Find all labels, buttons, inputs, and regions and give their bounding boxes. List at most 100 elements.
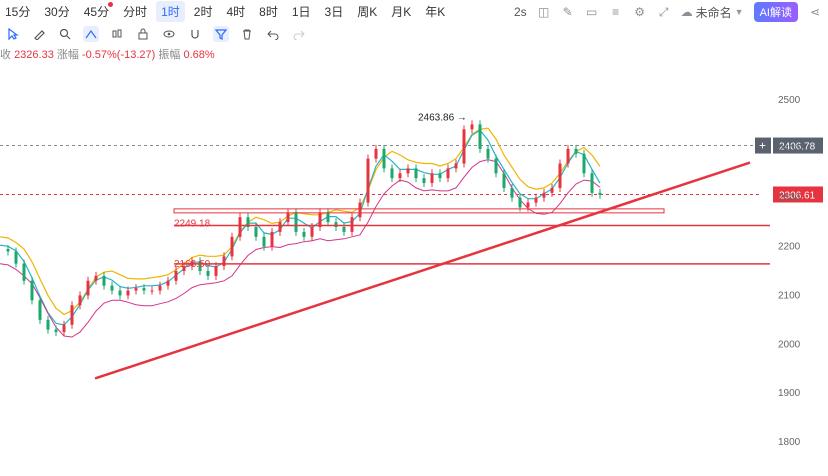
candle-body <box>342 227 346 232</box>
candle-body <box>70 305 74 325</box>
candle-body <box>590 173 594 193</box>
candle-body <box>238 217 242 237</box>
candle-body <box>134 288 138 291</box>
refresh-interval[interactable]: 2s <box>514 5 527 19</box>
period-tab[interactable]: 1时 <box>156 0 185 22</box>
level-label: 2249.18 <box>174 219 211 230</box>
trend-tool-icon[interactable] <box>83 26 99 42</box>
amplitude-label: 振幅 <box>158 49 181 61</box>
layout-name: 未命名 <box>695 5 732 20</box>
notification-dot <box>108 1 114 7</box>
level-label: 2166.50 <box>174 259 211 270</box>
magnet-icon[interactable] <box>187 26 203 42</box>
candle-body <box>374 148 378 159</box>
y-tick-label: 2300 <box>778 193 801 204</box>
candle-style-icon[interactable] <box>109 26 125 42</box>
candle-body <box>54 329 58 333</box>
period-tab[interactable]: 周K <box>352 1 382 22</box>
window-icon[interactable]: ▭ <box>585 5 599 19</box>
candle-body <box>470 124 474 130</box>
candle-body <box>262 236 266 247</box>
select-cursor-icon[interactable] <box>5 26 21 42</box>
trash-icon[interactable] <box>239 26 255 42</box>
close-label: 收 <box>0 49 11 61</box>
candle-body <box>542 192 546 198</box>
period-tab[interactable]: 15分 <box>0 1 35 22</box>
candle-body <box>174 271 178 281</box>
candle-body <box>390 168 394 179</box>
share-icon[interactable]: ⋖ <box>808 5 822 19</box>
period-tab[interactable]: 4时 <box>221 1 250 22</box>
y-tick-label: 2400 <box>778 144 801 155</box>
lock-icon[interactable] <box>135 26 151 42</box>
candle-body <box>78 295 82 306</box>
period-toolbar: 15分 30分 45分 分时 1时 2时 4时 8时 1日 3日 周K 月K 年K 2s ◫ ✎ ▭ ≡… <box>0 0 828 22</box>
settings-icon[interactable]: ⚙ <box>633 5 647 19</box>
candle-body <box>158 285 162 291</box>
period-tab[interactable]: 分时 <box>118 1 152 22</box>
candle-body <box>406 168 410 174</box>
pencil-icon[interactable] <box>31 26 47 42</box>
change-value: -0.57%(-13.27) <box>81 49 156 61</box>
filter-icon[interactable] <box>213 26 229 42</box>
candle-body <box>14 251 18 264</box>
period-tab[interactable]: 8时 <box>254 1 283 22</box>
close-value: 2326.33 <box>14 49 54 61</box>
period-tab[interactable]: 2时 <box>189 1 218 22</box>
period-tab[interactable]: 年K <box>420 1 450 22</box>
period-tab[interactable]: 30分 <box>39 1 74 22</box>
camera-icon[interactable]: ◫ <box>537 5 551 19</box>
y-tick-label: 2200 <box>778 242 801 253</box>
candle-body <box>534 197 538 203</box>
y-tick-label: 2100 <box>778 290 801 301</box>
period-tab[interactable]: 45分 <box>79 1 114 22</box>
candle-body <box>126 290 130 296</box>
ma-cyan-line <box>0 129 601 326</box>
undo-icon[interactable] <box>265 26 281 42</box>
candle-body <box>438 173 442 179</box>
ai-interpret-button[interactable]: AI解读 <box>753 2 798 22</box>
candle-body <box>350 217 354 232</box>
candle-body <box>206 271 210 276</box>
y-tick-label: 1900 <box>778 388 801 399</box>
y-axis-ticks: 2500 2400 2300 2200 2100 2000 1900 1800 <box>778 95 801 448</box>
plus-icon: + <box>759 139 766 153</box>
candle-body <box>422 178 426 184</box>
candle-body <box>358 202 362 218</box>
candle-body <box>94 275 98 281</box>
period-tab[interactable]: 月K <box>386 1 416 22</box>
draw-pen-icon[interactable]: ✎ <box>561 5 575 19</box>
grid-lines <box>0 145 760 195</box>
high-label: 2463.86 → <box>418 113 467 124</box>
fullscreen-icon[interactable]: ⤢ <box>657 5 671 19</box>
y-tick-label: 2500 <box>778 95 801 106</box>
drawing-toolbar <box>0 24 312 44</box>
candle-body <box>310 227 314 237</box>
zoom-icon[interactable] <box>57 26 73 42</box>
candle-body <box>30 280 34 301</box>
candle-body <box>462 129 466 164</box>
y-tick-label: 1800 <box>778 437 801 448</box>
indicator-icon[interactable]: ≡ <box>609 5 623 19</box>
price-chart[interactable]: 2249.182166.502463.86 →+ 2406.782306.61 2… <box>0 0 828 476</box>
candle-body <box>142 288 146 291</box>
candle-body <box>22 263 26 281</box>
candle-body <box>398 173 402 179</box>
layout-name-select[interactable]: ☁ 未命名 ▼ <box>681 4 744 21</box>
period-tab[interactable]: 1日 <box>287 1 316 22</box>
candle-body <box>46 319 50 330</box>
amplitude-value: 0.68% <box>183 49 215 61</box>
candle-body <box>494 158 498 174</box>
redo-icon[interactable] <box>291 26 307 42</box>
eye-icon[interactable] <box>161 26 177 42</box>
candle-body <box>446 168 450 179</box>
support-box <box>173 208 665 214</box>
period-tab[interactable]: 3日 <box>320 1 349 22</box>
candle-body <box>598 192 602 195</box>
candle-body <box>334 222 338 228</box>
candle-body <box>510 187 514 198</box>
candle-body <box>166 280 170 286</box>
candle-body <box>294 212 298 232</box>
quote-info: 收 2326.33 涨幅 -0.57%(-13.27) 振幅 0.68% <box>0 46 215 62</box>
candle-body <box>254 227 258 237</box>
